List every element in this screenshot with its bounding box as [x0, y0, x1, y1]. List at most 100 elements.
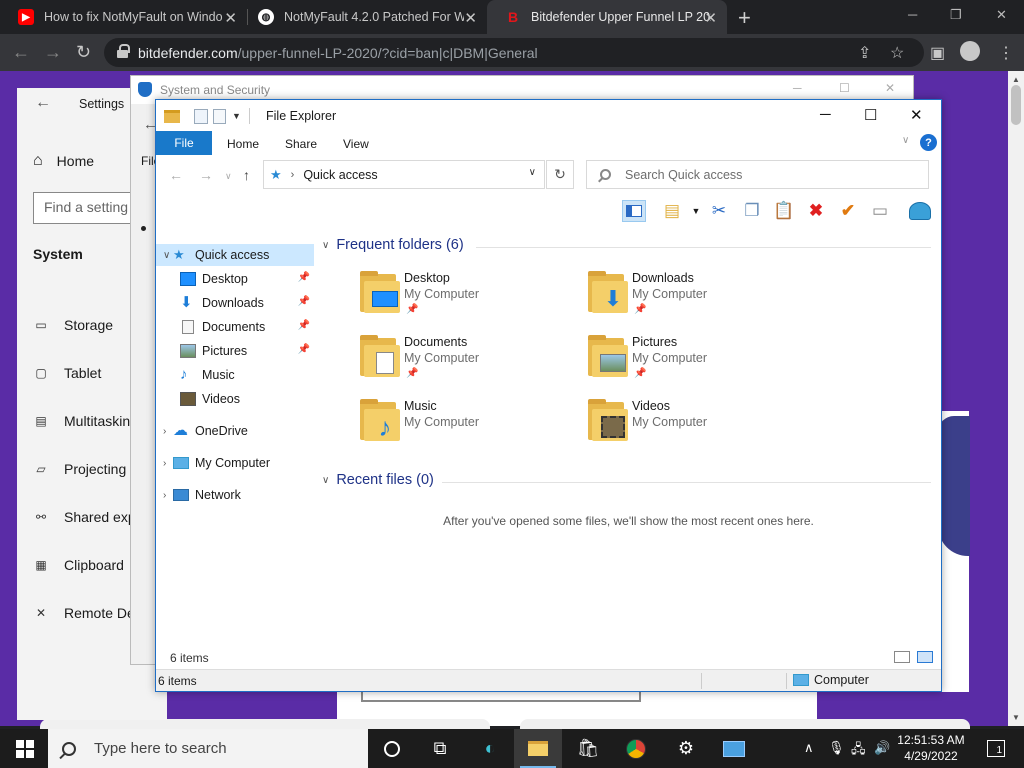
settings-home-link[interactable]: ⌂ Home	[33, 152, 94, 170]
tab-share[interactable]: Share	[285, 137, 317, 151]
help-icon[interactable]: ?	[920, 134, 937, 151]
edge-icon[interactable]: ◐	[466, 729, 514, 768]
settings-nav-storage[interactable]: ▭ Storage	[33, 317, 113, 333]
new-folder-icon[interactable]	[213, 108, 226, 124]
nav-documents[interactable]: Documents 📌	[156, 316, 314, 338]
page-scrollbar[interactable]: ▲ ▼	[1008, 71, 1024, 726]
forward-arrow-icon[interactable]: →	[199, 167, 213, 183]
control-panel-icon[interactable]	[710, 729, 758, 768]
frequent-folders-group[interactable]: ∨ Frequent folders (6)	[322, 237, 464, 253]
close-icon[interactable]: ✕	[910, 106, 923, 124]
show-hidden-icons-icon[interactable]: ∧	[804, 740, 814, 756]
refresh-button[interactable]: ↻	[546, 160, 574, 189]
profile-avatar-icon[interactable]	[960, 41, 980, 61]
nav-my-computer[interactable]: › My Computer	[156, 452, 314, 474]
forward-arrow-icon[interactable]: →	[44, 42, 62, 63]
tab-file[interactable]: File	[156, 131, 212, 155]
settings-nav-tablet[interactable]: ▢ Tablet	[33, 365, 101, 381]
nav-music[interactable]: ♪ Music	[156, 364, 314, 386]
large-icons-view-icon[interactable]	[917, 651, 933, 663]
maximize-icon[interactable]: ☐	[864, 106, 877, 124]
close-tab-icon[interactable]: ✕	[704, 9, 717, 27]
reload-icon[interactable]: ↻	[76, 42, 91, 63]
browser-tab-youtube[interactable]: ▶ How to fix NotMyFault on Windo ✕	[0, 0, 247, 34]
minimize-icon[interactable]: ─	[820, 106, 831, 123]
folder-tile-music[interactable]: ♪ Music My Computer	[358, 399, 558, 455]
collapse-chevron-icon[interactable]: ∨	[322, 475, 329, 486]
minimize-icon[interactable]: ─	[908, 7, 917, 22]
search-input[interactable]: Search Quick access	[586, 160, 929, 189]
scroll-up-icon[interactable]: ▲	[1012, 75, 1020, 84]
chrome-icon[interactable]	[612, 729, 660, 768]
folder-tile-videos[interactable]: Videos My Computer	[586, 399, 786, 455]
settings-nav-multitasking[interactable]: ▤ Multitaskin	[33, 413, 130, 429]
windows-start-icon[interactable]	[16, 740, 34, 758]
notification-center-icon[interactable]: 1	[987, 740, 1005, 757]
system-clock[interactable]: 12:51:53 AM 4/29/2022	[892, 732, 970, 764]
recent-files-group[interactable]: ∨ Recent files (0)	[322, 472, 434, 488]
settings-nav-shared-experiences[interactable]: ⚯ Shared exp	[33, 509, 136, 525]
back-arrow-icon[interactable]: ←	[169, 167, 183, 183]
address-bar[interactable]: ★ › Quick access ∨	[263, 160, 545, 189]
folder-tile-documents[interactable]: Documents My Computer 📌	[358, 335, 558, 391]
cortana-icon[interactable]	[368, 729, 416, 768]
close-icon[interactable]: ✕	[885, 81, 895, 95]
properties-icon[interactable]	[194, 108, 208, 124]
scrollbar-thumb[interactable]	[1011, 85, 1021, 125]
cut-icon[interactable]: ✂	[707, 200, 731, 222]
nav-videos[interactable]: Videos	[156, 388, 314, 410]
share-icon[interactable]: ⇪	[858, 43, 871, 63]
menu-dots-icon[interactable]: ⋮	[998, 43, 1014, 63]
task-view-icon[interactable]: ⧉	[416, 729, 464, 768]
maximize-icon[interactable]: ☐	[839, 81, 850, 95]
restore-icon[interactable]: ❐	[950, 7, 962, 23]
breadcrumb-chevron-icon[interactable]: ›	[291, 169, 295, 181]
expand-ribbon-icon[interactable]: ∨	[902, 135, 909, 146]
address-bar[interactable]: bitdefender.com/upper-funnel-LP-2020/?ci…	[104, 38, 924, 67]
new-tab-icon[interactable]: +	[738, 5, 751, 31]
microphone-icon[interactable]: 🎙	[828, 740, 845, 756]
browser-tab-bitdefender[interactable]: B Bitdefender Upper Funnel LP 202 ✕	[487, 0, 727, 34]
paste-icon[interactable]: 📋	[772, 200, 796, 222]
nav-onedrive[interactable]: › ☁ OneDrive	[156, 420, 314, 442]
nav-downloads[interactable]: ⬇ Downloads 📌	[156, 292, 314, 314]
browser-tab-notmyfault[interactable]: ◍ NotMyFault 4.2.0 Patched For Wi ✕	[240, 0, 487, 34]
recent-locations-icon[interactable]: ∨	[225, 171, 232, 182]
network-status-icon[interactable]: 🖧	[851, 740, 866, 762]
expand-chevron-icon[interactable]: ›	[163, 426, 173, 437]
new-folder-icon[interactable]: ▤	[660, 200, 684, 222]
close-tab-icon[interactable]: ✕	[464, 9, 477, 27]
nav-pictures[interactable]: Pictures 📌	[156, 340, 314, 362]
expand-chevron-icon[interactable]: ∨	[163, 250, 173, 261]
volume-icon[interactable]: 🔊	[874, 740, 890, 756]
folder-tile-pictures[interactable]: Pictures My Computer 📌	[586, 335, 786, 391]
back-arrow-icon[interactable]: ←	[12, 42, 30, 63]
close-window-icon[interactable]: ✕	[996, 7, 1007, 23]
delete-icon[interactable]: ✖	[804, 200, 828, 222]
expand-chevron-icon[interactable]: ›	[163, 490, 173, 501]
settings-nav-projecting[interactable]: ▱ Projecting	[33, 461, 126, 477]
settings-nav-clipboard[interactable]: ▦ Clipboard	[33, 557, 124, 573]
file-explorer-taskbar-icon[interactable]	[514, 729, 562, 768]
nav-quick-access[interactable]: ∨ ★ Quick access	[156, 244, 314, 266]
checkmark-icon[interactable]: ✔	[836, 200, 860, 222]
navigation-pane-icon[interactable]	[622, 200, 646, 222]
customize-toolbar-icon[interactable]: ▼	[232, 111, 241, 121]
bookmark-star-icon[interactable]: ☆	[890, 43, 904, 63]
nav-network[interactable]: › Network	[156, 484, 314, 506]
back-arrow-icon[interactable]: ←	[35, 94, 51, 112]
shell-icon[interactable]	[908, 200, 932, 222]
expand-chevron-icon[interactable]: ›	[163, 458, 173, 469]
rename-icon[interactable]: ▭	[868, 200, 892, 222]
scroll-down-icon[interactable]: ▼	[1012, 713, 1020, 722]
folder-tile-downloads[interactable]: ⬇ Downloads My Computer 📌	[586, 271, 786, 327]
copy-icon[interactable]: ❐	[740, 200, 764, 222]
folder-tile-desktop[interactable]: Desktop My Computer 📌	[358, 271, 558, 327]
details-view-icon[interactable]	[894, 651, 910, 663]
tab-view[interactable]: View	[343, 137, 369, 151]
tab-home[interactable]: Home	[227, 137, 259, 151]
new-folder-dropdown-icon[interactable]: ▼	[684, 200, 708, 222]
close-tab-icon[interactable]: ✕	[224, 9, 237, 27]
settings-nav-remote-desktop[interactable]: ✕ Remote De	[33, 605, 135, 621]
settings-gear-icon[interactable]: ⚙	[662, 729, 710, 768]
